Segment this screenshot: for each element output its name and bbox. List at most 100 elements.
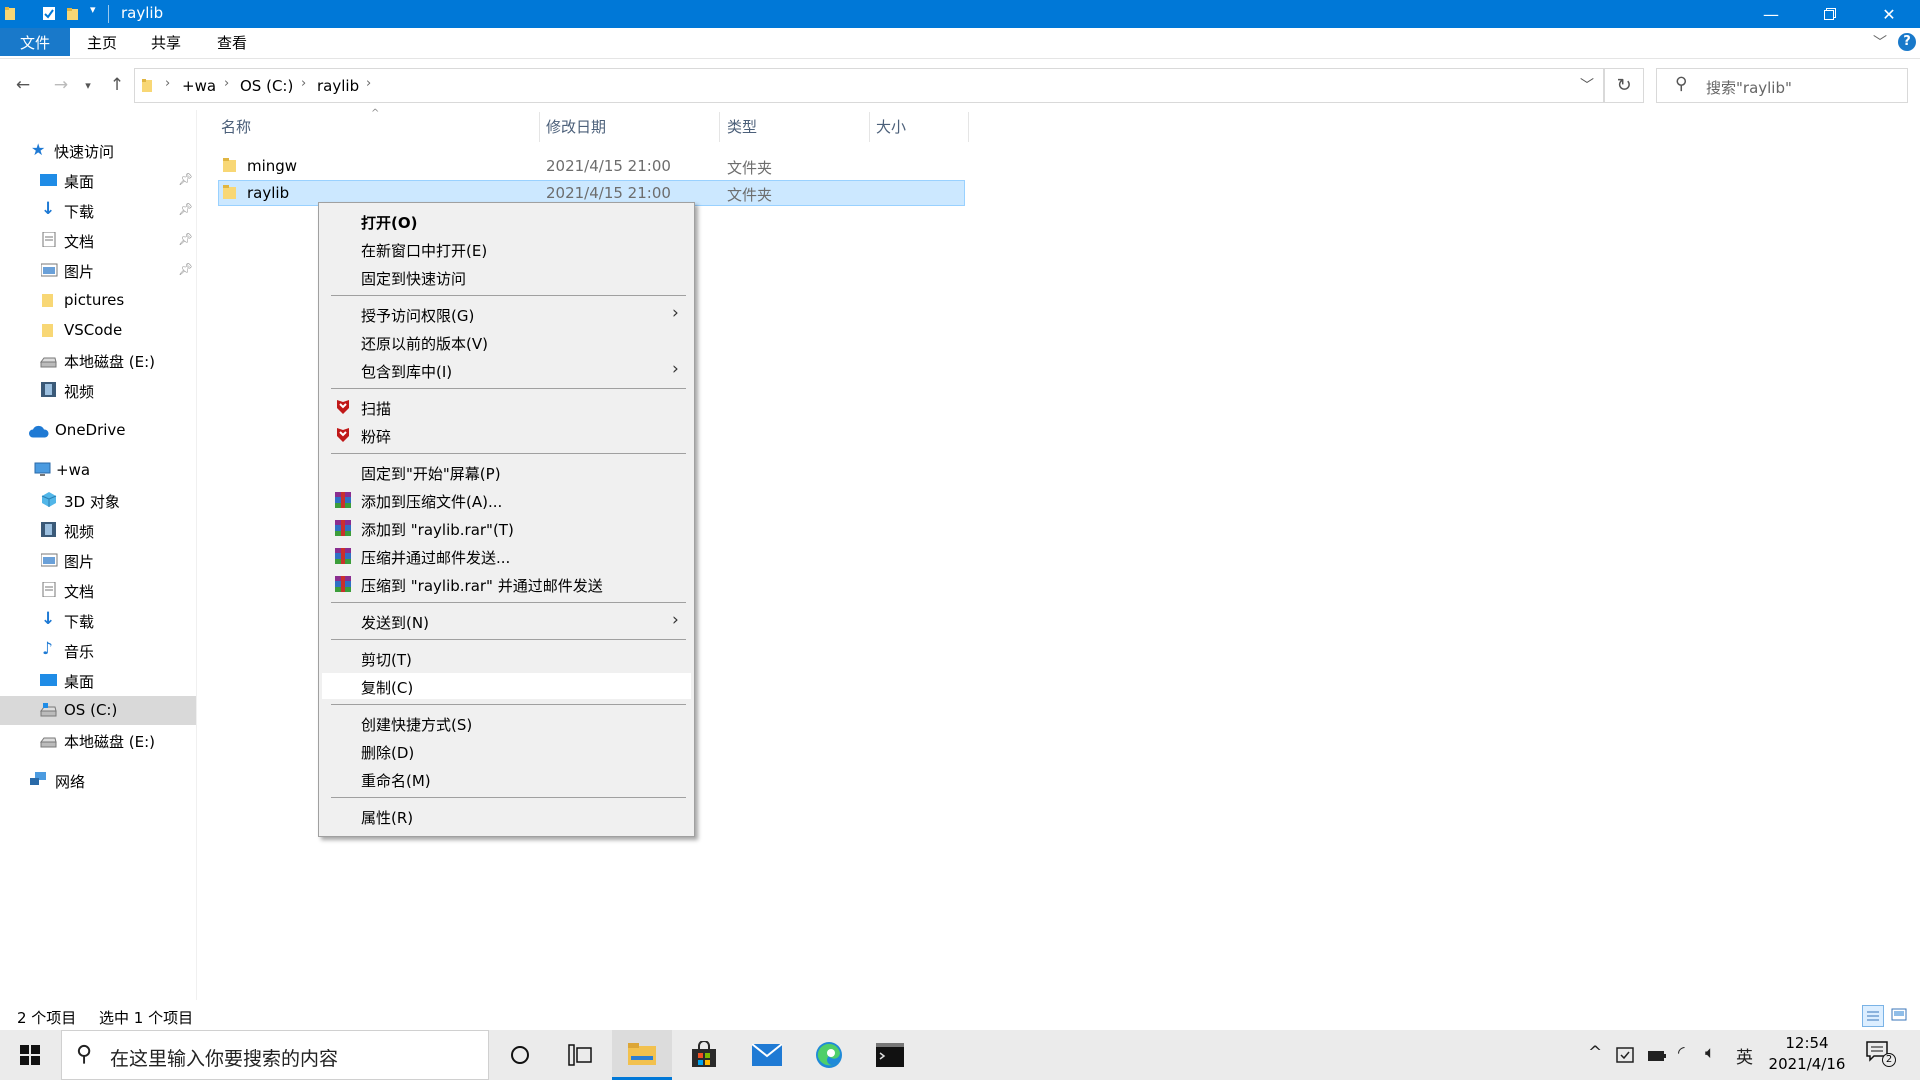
menu-item-restore-versions[interactable]: 还原以前的版本(V): [322, 329, 691, 355]
tab-home[interactable]: 主页: [74, 28, 130, 56]
nav-item-downloads[interactable]: ↓ 下载 📌︎: [0, 196, 196, 225]
nav-item-pc-videos[interactable]: 视频: [0, 516, 196, 545]
column-header-date[interactable]: 修改日期: [546, 116, 606, 140]
taskbar-file-explorer[interactable]: [612, 1030, 672, 1080]
ime-indicator[interactable]: 英: [1736, 1043, 1753, 1068]
taskbar-mail[interactable]: [737, 1030, 797, 1080]
nav-item-pc-pictures[interactable]: 图片: [0, 546, 196, 575]
breadcrumb-folder[interactable]: raylib: [317, 77, 359, 95]
tab-share[interactable]: 共享: [138, 28, 194, 56]
nav-item-onedrive[interactable]: OneDrive: [0, 416, 196, 445]
nav-item-pc-downloads[interactable]: ↓ 下载: [0, 606, 196, 635]
nav-item-pictures-folder[interactable]: pictures: [0, 286, 196, 315]
wifi-icon[interactable]: ◜: [1678, 1043, 1685, 1063]
properties-icon[interactable]: [42, 6, 56, 21]
column-divider[interactable]: [968, 112, 969, 142]
action-center-button[interactable]: 2: [1866, 1041, 1896, 1069]
menu-item-pin-start[interactable]: 固定到"开始"屏幕(P): [322, 459, 691, 485]
nav-item-os-c[interactable]: OS (C:): [0, 696, 196, 725]
back-button[interactable]: ←: [10, 72, 36, 98]
cortana-button[interactable]: [490, 1030, 550, 1080]
up-button[interactable]: ↑: [104, 72, 130, 98]
nav-item-pc-local-disk-e[interactable]: 本地磁盘 (E:): [0, 726, 196, 755]
menu-item-create-shortcut[interactable]: 创建快捷方式(S): [322, 710, 691, 736]
winrar-icon: [335, 548, 351, 564]
nav-quick-access[interactable]: ★ 快速访问: [0, 136, 196, 165]
menu-item-cut[interactable]: 剪切(T): [322, 645, 691, 671]
nav-item-pictures[interactable]: 图片 📌︎: [0, 256, 196, 285]
clock[interactable]: 12:54 2021/4/16: [1762, 1033, 1852, 1075]
show-hidden-icons-chevron-icon[interactable]: ^: [1588, 1043, 1602, 1063]
quick-access-dropdown-icon[interactable]: ▾: [90, 3, 104, 18]
column-header-name[interactable]: 名称: [221, 116, 251, 140]
column-divider[interactable]: [869, 112, 870, 142]
breadcrumb-drive[interactable]: OS (C:): [240, 77, 293, 95]
expand-ribbon-icon[interactable]: ﹀: [1873, 32, 1887, 52]
tab-file[interactable]: 文件: [0, 28, 70, 56]
menu-item-open[interactable]: 打开(O): [322, 208, 691, 234]
minimize-button[interactable]: —: [1742, 0, 1800, 28]
chevron-right-icon: ›: [301, 76, 307, 91]
menu-item-include-library[interactable]: 包含到库中(I) ›: [322, 357, 691, 383]
menu-item-shred[interactable]: 粉碎: [322, 422, 691, 448]
address-bar[interactable]: › +wa › OS (C:) › raylib › ﹀: [134, 68, 1604, 103]
menu-item-add-to-rar[interactable]: 添加到 "raylib.rar"(T): [322, 515, 691, 541]
pin-icon[interactable]: 📌︎: [178, 172, 193, 186]
nav-item-desktop[interactable]: 桌面 📌︎: [0, 166, 196, 195]
menu-item-rename[interactable]: 重命名(M): [322, 766, 691, 792]
refresh-button[interactable]: ↻: [1604, 68, 1644, 103]
document-icon: [42, 582, 56, 597]
nav-item-3d-objects[interactable]: 3D 对象: [0, 486, 196, 515]
menu-item-pin-quick-access[interactable]: 固定到快速访问: [322, 264, 691, 290]
large-icons-view-button[interactable]: [1889, 1005, 1911, 1027]
column-divider[interactable]: [719, 112, 720, 142]
menu-item-properties[interactable]: 属性(R): [322, 803, 691, 829]
taskbar-search-box[interactable]: ⚲ 在这里输入你要搜索的内容: [61, 1030, 489, 1080]
menu-item-add-archive[interactable]: 添加到压缩文件(A)...: [322, 487, 691, 513]
start-button[interactable]: [0, 1030, 60, 1080]
taskbar-terminal[interactable]: [860, 1030, 920, 1080]
cube-icon: [41, 492, 57, 507]
search-box[interactable]: ⚲ 搜索"raylib": [1656, 68, 1908, 103]
column-header-type[interactable]: 类型: [727, 116, 757, 140]
nav-item-local-disk-e[interactable]: 本地磁盘 (E:): [0, 346, 196, 375]
menu-item-copy[interactable]: 复制(C): [322, 673, 691, 699]
table-row[interactable]: mingw 2021/4/15 21:00 文件夹: [218, 153, 965, 179]
details-view-button[interactable]: [1862, 1005, 1884, 1027]
menu-item-send-to[interactable]: 发送到(N) ›: [322, 608, 691, 634]
breadcrumb-pc[interactable]: +wa: [182, 77, 216, 95]
nav-item-network[interactable]: 网络: [0, 766, 196, 795]
tab-view[interactable]: 查看: [204, 28, 260, 56]
task-view-button[interactable]: [550, 1030, 610, 1080]
nav-item-videos[interactable]: 视频: [0, 376, 196, 405]
close-button[interactable]: ✕: [1860, 0, 1918, 28]
column-divider[interactable]: [539, 112, 540, 142]
nav-item-this-pc[interactable]: +wa: [0, 456, 196, 485]
column-header-size[interactable]: 大小: [876, 116, 906, 140]
nav-item-pc-desktop[interactable]: 桌面: [0, 666, 196, 695]
new-folder-icon[interactable]: [66, 6, 80, 21]
recent-locations-button[interactable]: ▾: [80, 72, 96, 98]
volume-icon[interactable]: 🔈︎: [1705, 1043, 1715, 1063]
taskbar-store[interactable]: [674, 1030, 734, 1080]
security-center-icon[interactable]: [1616, 1045, 1636, 1065]
menu-item-delete[interactable]: 删除(D): [322, 738, 691, 764]
address-dropdown-icon[interactable]: ﹀: [1580, 75, 1594, 95]
nav-item-pc-documents[interactable]: 文档: [0, 576, 196, 605]
pin-icon[interactable]: 📌︎: [178, 202, 193, 216]
menu-item-compress-email[interactable]: 压缩并通过邮件发送...: [322, 543, 691, 569]
menu-item-open-new-window[interactable]: 在新窗口中打开(E): [322, 236, 691, 262]
menu-item-give-access[interactable]: 授予访问权限(G) ›: [322, 301, 691, 327]
help-icon[interactable]: ?: [1898, 33, 1916, 51]
restore-button[interactable]: [1801, 0, 1859, 28]
menu-item-compress-rar-email[interactable]: 压缩到 "raylib.rar" 并通过邮件发送: [322, 571, 691, 597]
nav-item-documents[interactable]: 文档 📌︎: [0, 226, 196, 255]
nav-item-music[interactable]: ♪ 音乐: [0, 636, 196, 665]
pin-icon[interactable]: 📌︎: [178, 262, 193, 276]
forward-button[interactable]: →: [48, 72, 74, 98]
nav-item-vscode[interactable]: VSCode: [0, 316, 196, 345]
menu-item-scan[interactable]: 扫描: [322, 394, 691, 420]
battery-icon[interactable]: [1647, 1047, 1667, 1063]
taskbar-edge[interactable]: [799, 1030, 859, 1080]
pin-icon[interactable]: 📌︎: [178, 232, 193, 246]
